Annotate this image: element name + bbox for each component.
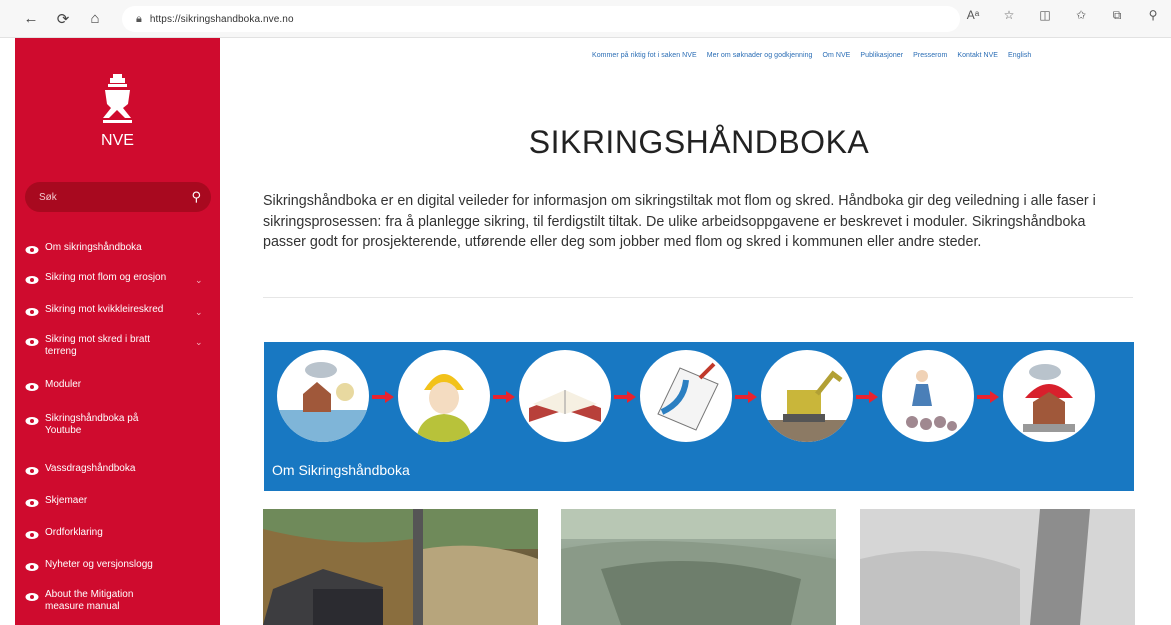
nve-lion-logo-icon[interactable] bbox=[95, 74, 140, 138]
landslide-aerial-photo[interactable] bbox=[561, 509, 836, 625]
favorite-icon[interactable]: ☆ bbox=[1001, 8, 1017, 23]
sidebar-item-skjemaer[interactable]: Skjemaer bbox=[15, 495, 220, 527]
toplink-soknader[interactable]: Mer om søknader og godkjenning bbox=[707, 52, 813, 59]
lock-icon: 🔒︎ bbox=[136, 12, 142, 25]
favorites-icon[interactable]: ✩ bbox=[1073, 8, 1089, 23]
top-links: Kommer på riktig fot i saken NVE Mer om … bbox=[592, 52, 1039, 59]
sidebar-item-ordforklaring[interactable]: Ordforklaring bbox=[15, 527, 220, 559]
sidebar-item-label: Ordforklaring bbox=[45, 527, 103, 538]
sidebar-item-label: Sikring mot flom og erosjon bbox=[45, 272, 167, 283]
arrow-right-icon bbox=[372, 391, 394, 403]
step-drawing-icon bbox=[640, 350, 732, 442]
logo-text: NVE bbox=[101, 132, 134, 149]
eye-icon bbox=[25, 383, 39, 391]
eye-icon bbox=[25, 417, 39, 425]
chevron-down-icon[interactable]: ⌄ bbox=[195, 274, 203, 286]
home-icon[interactable]: ⌂ bbox=[84, 8, 106, 30]
refresh-icon[interactable]: ⟳ bbox=[52, 8, 74, 30]
arrow-right-icon bbox=[856, 391, 878, 403]
sidebar-item-skred-bratt-terreng[interactable]: Sikring mot skred i bratt terreng ⌄ bbox=[15, 334, 220, 379]
eye-icon bbox=[25, 593, 39, 601]
sidebar: NVE ⚲ Om sikringshåndboka Sikring mot fl… bbox=[15, 38, 220, 625]
sidebar-item-label: About the Mitigation measure manual bbox=[45, 589, 134, 612]
read-aloud-icon[interactable]: Aᵃ bbox=[965, 8, 981, 23]
sidebar-item-youtube[interactable]: Sikringshåndboka på Youtube bbox=[15, 413, 220, 463]
sidebar-item-label: Sikringshåndboka på Youtube bbox=[45, 413, 139, 436]
intro-text: Sikringshåndboka er en digital veileder … bbox=[263, 193, 1096, 250]
search-box[interactable]: ⚲ bbox=[25, 182, 211, 212]
eye-icon bbox=[25, 531, 39, 539]
toplink-kontakt[interactable]: Kontakt NVE bbox=[957, 52, 998, 59]
back-icon[interactable]: ← bbox=[20, 8, 42, 30]
eye-icon bbox=[25, 467, 39, 475]
banner-label[interactable]: Om Sikringshåndboka bbox=[272, 462, 410, 478]
sidebar-menu: Om sikringshåndboka Sikring mot flom og … bbox=[15, 242, 220, 619]
extensions-icon[interactable]: ⚲ bbox=[1145, 8, 1161, 23]
toplink-om-nve[interactable]: Om NVE bbox=[822, 52, 850, 59]
sidebar-item-label: Skjemaer bbox=[45, 495, 88, 506]
sidebar-item-flom-og-erosjon[interactable]: Sikring mot flom og erosjon ⌄ bbox=[15, 272, 220, 304]
arrow-right-icon bbox=[614, 391, 636, 403]
sidebar-item-kvikkleireskred[interactable]: Sikring mot kvikkleireskred ⌄ bbox=[15, 304, 220, 334]
eye-icon bbox=[25, 276, 39, 284]
sidebar-item-label: Sikring mot skred i bratt terreng bbox=[45, 334, 151, 357]
sidebar-item-label: Sikring mot kvikkleireskred bbox=[45, 304, 164, 315]
toplink-publikasjoner[interactable]: Publikasjoner bbox=[860, 52, 903, 59]
sidebar-item-about-english[interactable]: About the Mitigation measure manual bbox=[15, 589, 220, 619]
eye-icon bbox=[25, 246, 39, 254]
toplink-english[interactable]: English bbox=[1008, 52, 1031, 59]
sidebar-item-label: Moduler bbox=[45, 379, 82, 390]
arrow-right-icon bbox=[977, 391, 999, 403]
search-icon[interactable]: ⚲ bbox=[191, 189, 201, 205]
url-text: https://sikringshandboka.nve.no bbox=[149, 13, 294, 25]
flood-aerial-photo[interactable] bbox=[263, 509, 538, 625]
process-banner[interactable]: Om Sikringshåndboka bbox=[264, 342, 1134, 491]
page-title: SIKRINGSHÅNDBOKA bbox=[528, 124, 870, 160]
split-screen-icon[interactable]: ◫ bbox=[1037, 8, 1053, 23]
sidebar-item-label: Vassdragshåndboka bbox=[45, 463, 136, 474]
sidebar-item-nyheter[interactable]: Nyheter og versjonslogg bbox=[15, 559, 220, 589]
chevron-down-icon[interactable]: ⌄ bbox=[195, 306, 203, 318]
toplink-kommer[interactable]: Kommer på riktig fot i saken NVE bbox=[592, 52, 697, 59]
arrow-right-icon bbox=[493, 391, 515, 403]
address-bar[interactable]: 🔒︎ https://sikringshandboka.nve.no bbox=[122, 6, 960, 32]
search-input[interactable] bbox=[39, 191, 189, 203]
sidebar-item-om-sikringshandboka[interactable]: Om sikringshåndboka bbox=[15, 242, 220, 272]
step-protected-house-icon bbox=[1003, 350, 1095, 442]
sidebar-item-label: Om sikringshåndboka bbox=[45, 242, 142, 253]
arrow-right-icon bbox=[735, 391, 757, 403]
toplink-presserom[interactable]: Presserom bbox=[913, 52, 947, 59]
step-inspection-icon bbox=[882, 350, 974, 442]
step-book-icon bbox=[519, 350, 611, 442]
sidebar-item-label: Nyheter og versjonslogg bbox=[45, 559, 153, 570]
eye-icon bbox=[25, 338, 39, 346]
process-steps bbox=[275, 350, 1125, 445]
collections-icon[interactable]: ⧉ bbox=[1109, 8, 1125, 23]
divider bbox=[263, 297, 1133, 298]
eye-icon bbox=[25, 499, 39, 507]
step-excavator-icon bbox=[761, 350, 853, 442]
snow-avalanche-photo[interactable] bbox=[860, 509, 1135, 625]
step-worker-icon bbox=[398, 350, 490, 442]
browser-toolbar: ← ⟳ ⌂ 🔒︎ https://sikringshandboka.nve.no… bbox=[0, 0, 1171, 38]
chevron-down-icon[interactable]: ⌄ bbox=[195, 336, 203, 348]
sidebar-item-moduler[interactable]: Moduler bbox=[15, 379, 220, 413]
eye-icon bbox=[25, 308, 39, 316]
eye-icon bbox=[25, 563, 39, 571]
step-flood-house-icon bbox=[277, 350, 369, 442]
sidebar-item-vassdragshandboka[interactable]: Vassdragshåndboka bbox=[15, 463, 220, 495]
browser-actions: Aᵃ ☆ ◫ ✩ ⧉ ⚲ bbox=[965, 8, 1161, 23]
